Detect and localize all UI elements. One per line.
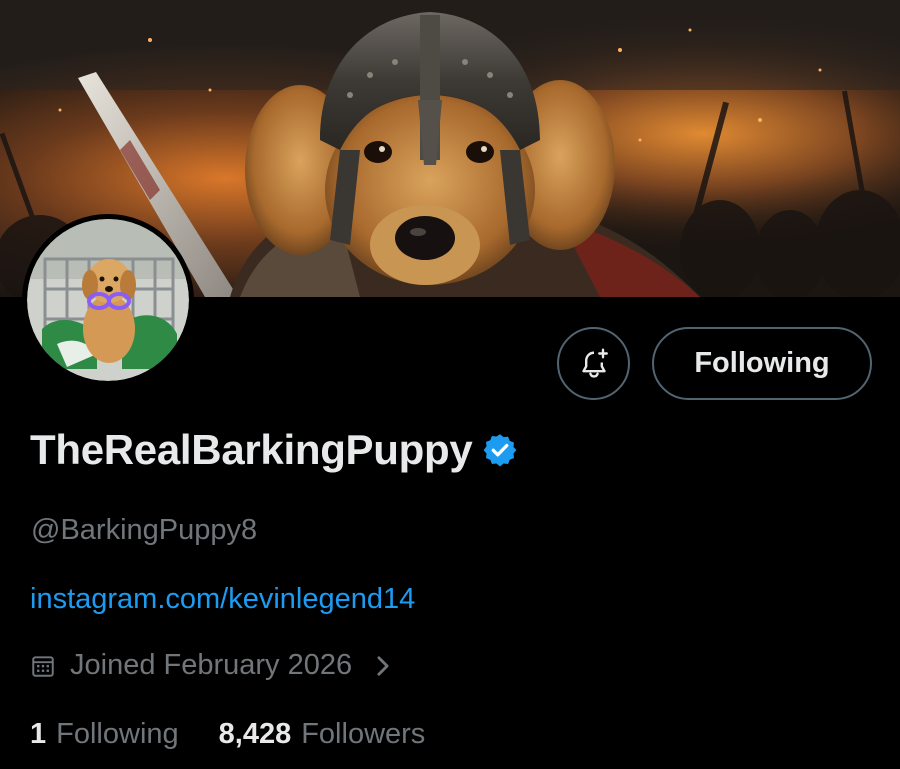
calendar-icon (32, 655, 54, 677)
followers-count: 8,428 (218, 718, 292, 750)
avatar-image (27, 219, 189, 381)
display-name: TheRealBarkingPuppy (30, 426, 473, 473)
joined-date-row[interactable]: Joined February 2026 (30, 649, 392, 682)
follow-stats: 1 Following 8,428 Followers (30, 718, 425, 751)
bell-plus-icon (581, 348, 608, 378)
following-label: Following (56, 718, 179, 750)
following-count: 1 (30, 718, 47, 750)
following-button[interactable]: Following (652, 327, 872, 400)
display-name-row: TheRealBarkingPuppy (30, 426, 518, 474)
following-stat[interactable]: 1 Following (30, 718, 179, 751)
profile-avatar[interactable] (22, 214, 194, 386)
chevron-right-icon (377, 655, 389, 676)
verified-badge-icon[interactable] (482, 432, 518, 468)
website-link[interactable]: instagram.com/kevinlegend14 (30, 583, 415, 616)
followers-label: Followers (301, 718, 426, 750)
followers-stat[interactable]: 8,428 Followers (219, 718, 426, 751)
notify-button[interactable] (557, 327, 630, 400)
user-handle: @BarkingPuppy8 (31, 514, 258, 546)
joined-date: Joined February 2026 (70, 649, 353, 681)
